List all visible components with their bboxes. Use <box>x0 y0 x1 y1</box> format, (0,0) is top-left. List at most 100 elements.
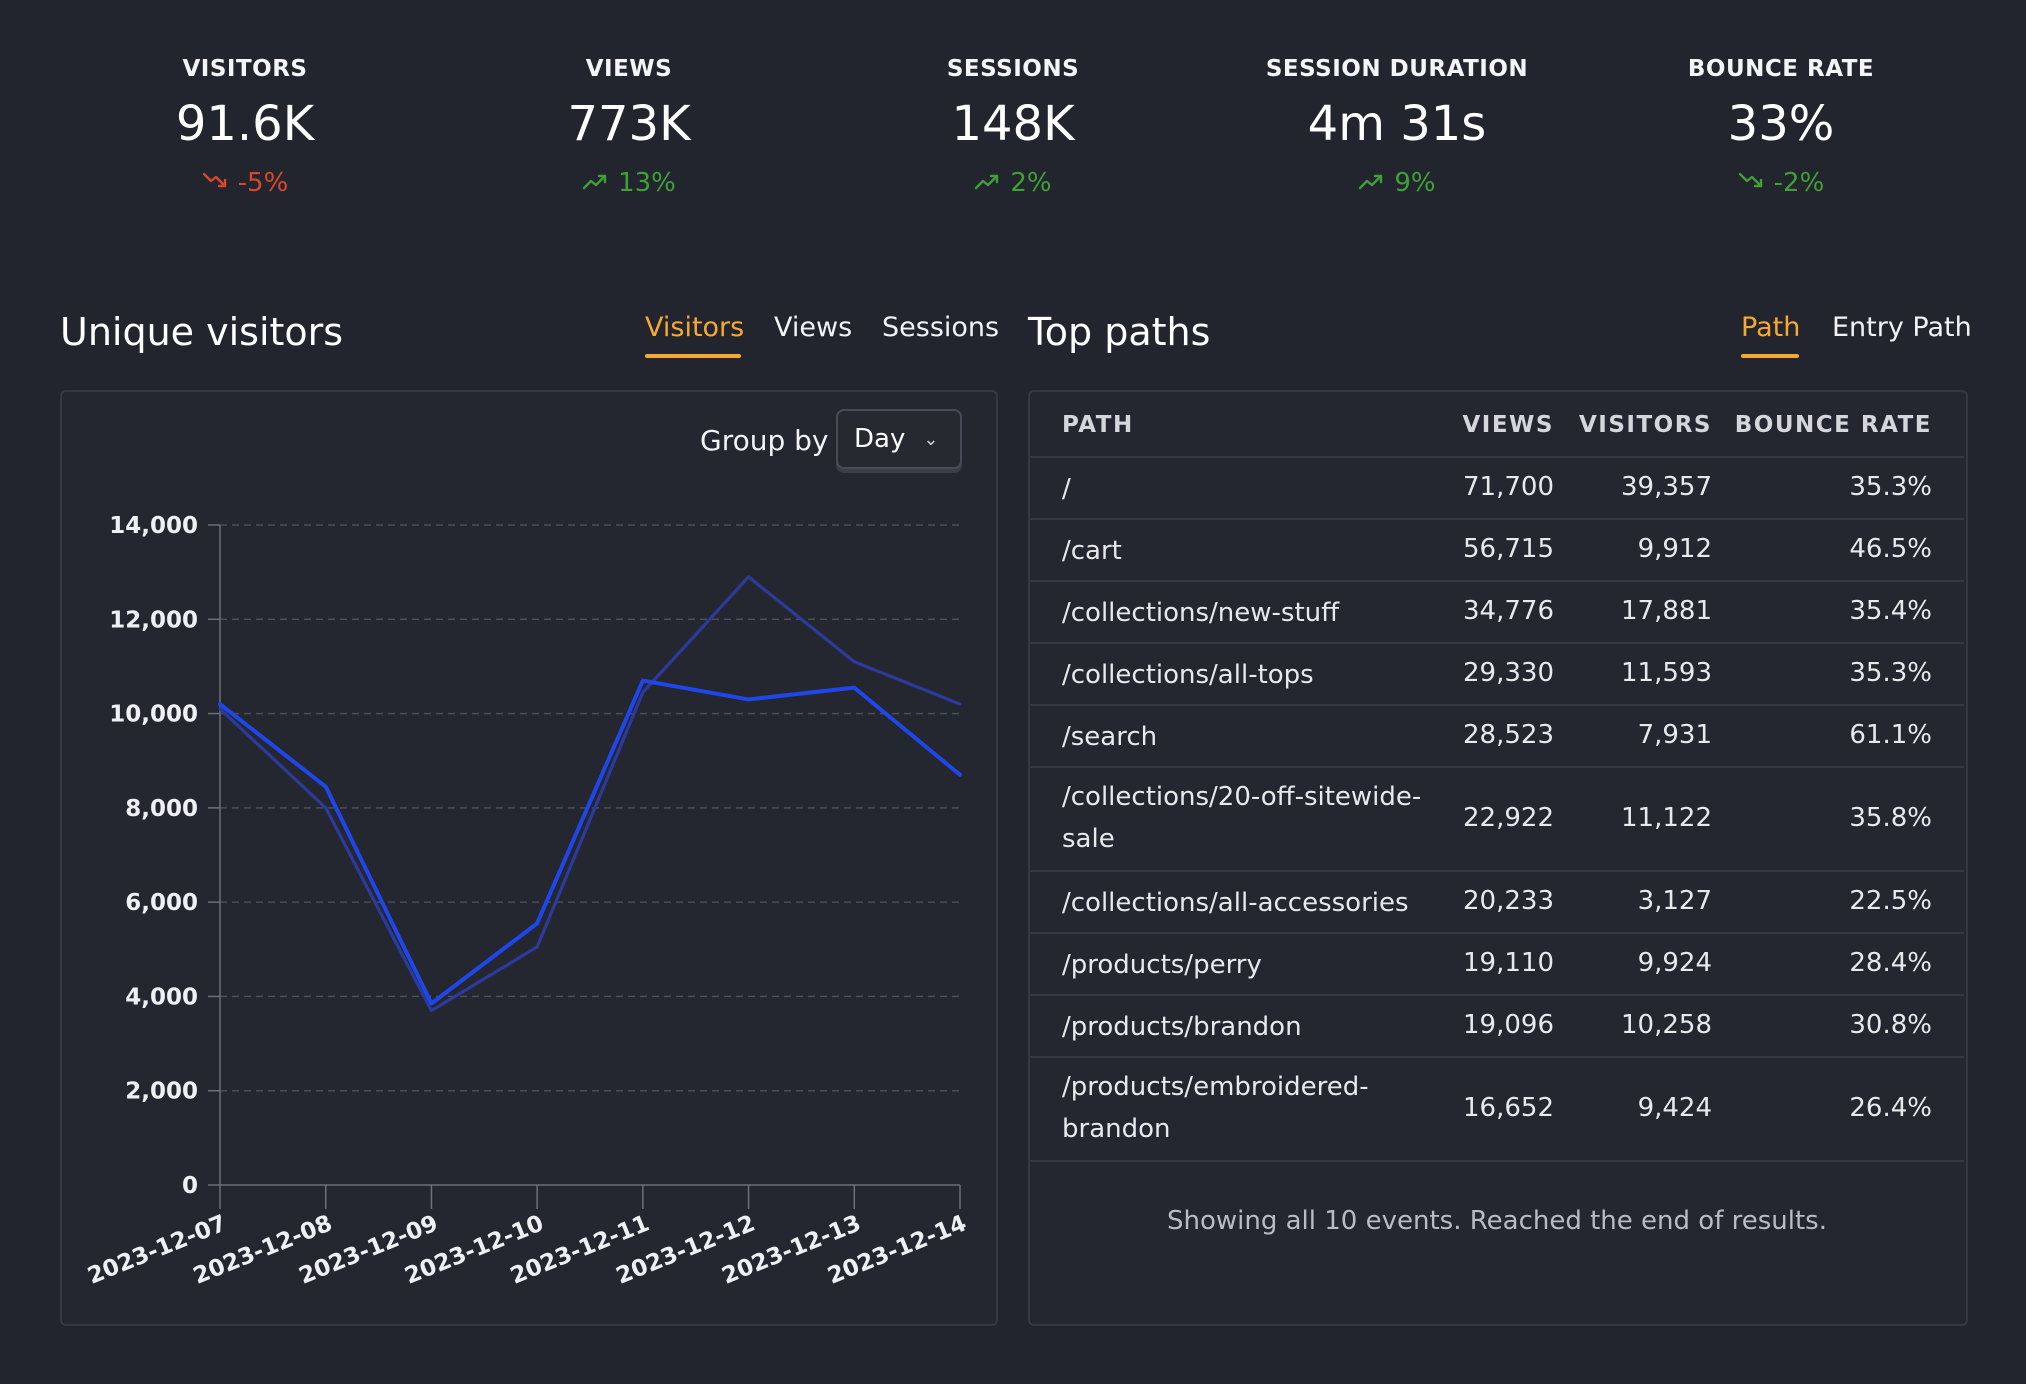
section-title-top-paths: Top paths <box>1028 310 1211 354</box>
views-cell: 16,652 <box>1463 1093 1554 1123</box>
bounce-rate-cell: 35.8% <box>1849 803 1932 833</box>
visitors-cell: 3,127 <box>1637 886 1712 916</box>
path-cell: /collections/all-tops <box>1062 660 1314 690</box>
trend-up-icon <box>582 168 608 198</box>
path-cell-line: /collections/20-off-sitewide- <box>1062 782 1422 812</box>
visitors-cell: 9,424 <box>1637 1093 1712 1123</box>
trend-up-icon <box>1358 168 1384 198</box>
kpi-delta: -2% <box>1738 168 1825 198</box>
views-cell: 29,330 <box>1463 658 1554 688</box>
active-tab-indicator <box>1741 354 1799 358</box>
table-row[interactable]: /search 28,523 7,931 61.1% <box>1030 706 1964 768</box>
kpi-delta-text: -2% <box>1773 168 1825 198</box>
kpi-label: SESSIONS <box>946 56 1080 82</box>
kpi-label: VISITORS <box>182 56 308 82</box>
bounce-rate-cell: 30.8% <box>1849 1010 1932 1040</box>
views-cell: 71,700 <box>1463 472 1554 502</box>
section-title-unique-visitors: Unique visitors <box>60 310 344 354</box>
trend-down-icon <box>202 168 228 198</box>
table-row[interactable]: /collections/new-stuff 34,776 17,881 35.4% <box>1030 582 1964 644</box>
column-header-path[interactable]: PATH <box>1062 412 1134 438</box>
table-row[interactable]: /collections/all-accessories 20,233 3,127 2… <box>1030 872 1964 934</box>
group-by-select[interactable]: Day ⌄ <box>836 409 962 469</box>
views-cell: 20,233 <box>1463 886 1554 916</box>
path-cell: /cart <box>1062 536 1122 566</box>
visitors-cell: 9,912 <box>1637 534 1712 564</box>
kpi-delta: 13% <box>582 168 676 198</box>
views-cell: 28,523 <box>1463 720 1554 750</box>
path-cell: /collections/all-accessories <box>1062 888 1409 918</box>
kpi-views[interactable]: VIEWS 773K 13% <box>449 56 809 198</box>
analytics-dashboard: VISITORS 91.6K -5% VIEWS 773K 13% SESSIO… <box>0 0 2026 1384</box>
y-tick-label: 4,000 <box>125 984 198 1010</box>
table-row[interactable]: /collections/all-tops 29,330 11,593 35.3% <box>1030 644 1964 706</box>
views-cell: 19,096 <box>1463 1010 1554 1040</box>
visitors-cell: 7,931 <box>1637 720 1712 750</box>
kpi-delta-text: 9% <box>1394 168 1436 198</box>
kpi-bounce-rate[interactable]: BOUNCE RATE 33% -2% <box>1601 56 1961 198</box>
kpi-label: BOUNCE RATE <box>1687 56 1875 82</box>
y-tick-label: 8,000 <box>125 796 198 822</box>
kpi-value: 33% <box>1727 96 1835 152</box>
bounce-rate-cell: 35.3% <box>1849 472 1932 502</box>
kpi-label: VIEWS <box>585 56 673 82</box>
kpi-value: 148K <box>951 96 1075 152</box>
path-cell-line: sale <box>1062 824 1115 854</box>
tab-entry-path[interactable]: Entry Path <box>1832 312 1972 343</box>
kpi-session-duration[interactable]: SESSION DURATION 4m 31s 9% <box>1217 56 1577 198</box>
kpi-label: SESSION DURATION <box>1265 56 1529 82</box>
path-cell: /search <box>1062 722 1158 752</box>
path-cell: / <box>1062 474 1071 504</box>
kpi-delta: 2% <box>974 168 1052 198</box>
visitors-cell: 11,593 <box>1621 658 1712 688</box>
bounce-rate-cell: 35.3% <box>1849 658 1932 688</box>
bounce-rate-cell: 61.1% <box>1849 720 1932 750</box>
trend-down-icon <box>1738 168 1764 198</box>
trend-up-icon <box>974 168 1000 198</box>
kpi-value: 773K <box>567 96 691 152</box>
tab-visitors[interactable]: Visitors <box>645 312 744 343</box>
visitors-cell: 9,924 <box>1637 948 1712 978</box>
visitors-cell: 17,881 <box>1621 596 1712 626</box>
y-tick-label: 14,000 <box>109 513 198 539</box>
table-row[interactable]: / 71,700 39,357 35.3% <box>1030 458 1964 520</box>
y-tick-label: 6,000 <box>125 890 198 916</box>
views-cell: 56,715 <box>1463 534 1554 564</box>
y-tick-label: 12,000 <box>109 607 198 633</box>
bounce-rate-cell: 46.5% <box>1849 534 1932 564</box>
kpi-delta-text: -5% <box>237 168 289 198</box>
table-header: PATH VIEWS VISITORS BOUNCE RATE <box>1030 394 1964 458</box>
kpi-visitors[interactable]: VISITORS 91.6K -5% <box>65 56 425 198</box>
table-row[interactable]: /products/embroidered-brandon 16,652 9,424… <box>1030 1058 1964 1162</box>
path-cell-line: brandon <box>1062 1114 1171 1144</box>
y-tick-label: 2,000 <box>125 1079 198 1105</box>
visitors-cell: 11,122 <box>1621 803 1712 833</box>
table-row[interactable]: /products/brandon 19,096 10,258 30.8% <box>1030 996 1964 1058</box>
kpi-value: 91.6K <box>175 96 315 152</box>
table-row[interactable]: /collections/20-off-sitewide-sale 22,922 1… <box>1030 768 1964 872</box>
table-footer-status: Showing all 10 events. Reached the end o… <box>1167 1206 1827 1236</box>
tab-views[interactable]: Views <box>774 312 852 343</box>
kpi-delta-text: 2% <box>1010 168 1052 198</box>
column-header-bounce-rate[interactable]: BOUNCE RATE <box>1735 412 1932 438</box>
tab-sessions[interactable]: Sessions <box>882 312 999 343</box>
column-header-visitors[interactable]: VISITORS <box>1579 412 1712 438</box>
kpi-sessions[interactable]: SESSIONS 148K 2% <box>833 56 1193 198</box>
column-header-views[interactable]: VIEWS <box>1462 412 1554 438</box>
table-row[interactable]: /products/perry 19,110 9,924 28.4% <box>1030 934 1964 996</box>
table-body: /71,700 39,357 35.3%/cart 56,715 9,912 46.5% /… <box>1030 458 1964 1162</box>
visitors-cell: 39,357 <box>1621 472 1712 502</box>
group-by-value: Day <box>854 424 906 454</box>
bounce-rate-cell: 35.4% <box>1849 596 1932 626</box>
bounce-rate-cell: 28.4% <box>1849 948 1932 978</box>
y-tick-label: 0 <box>182 1173 198 1199</box>
tab-path[interactable]: Path <box>1741 312 1800 343</box>
kpi-value: 4m 31s <box>1307 96 1487 152</box>
table-row[interactable]: /cart 56,715 9,912 46.5% <box>1030 520 1964 582</box>
kpi-delta-text: 13% <box>618 168 676 198</box>
views-cell: 19,110 <box>1463 948 1554 978</box>
top-paths-table: PATH VIEWS VISITORS BOUNCE RATE / 71,700 3… <box>1030 394 1964 1162</box>
visitors-cell: 10,258 <box>1621 1010 1712 1040</box>
active-tab-indicator <box>645 354 741 358</box>
path-cell: /products/embroidered-brandon <box>1062 1066 1369 1150</box>
